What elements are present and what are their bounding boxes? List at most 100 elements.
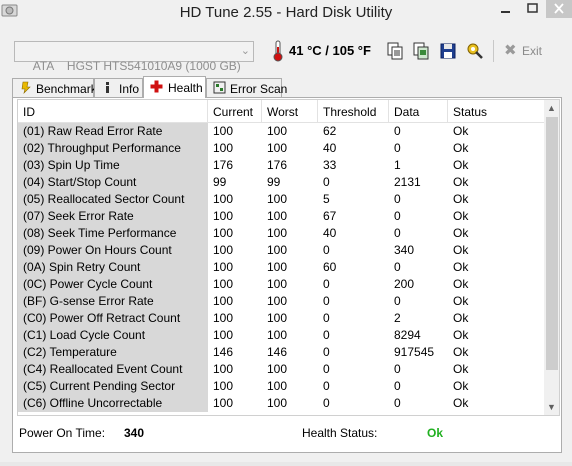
cell-status: Ok <box>453 396 469 410</box>
cell-current: 100 <box>213 311 234 325</box>
chevron-down-icon: ⌄ <box>240 45 250 57</box>
cell-id: (C5) Current Pending Sector <box>18 378 208 395</box>
cell-data: 0 <box>394 141 401 155</box>
cell-worst: 100 <box>267 328 288 342</box>
cell-id: (C1) Load Cycle Count <box>18 327 208 344</box>
table-row[interactable]: (02) Throughput Performance 100 100 40 0 Ok <box>18 140 544 157</box>
cell-worst: 100 <box>267 362 288 376</box>
cell-current: 100 <box>213 328 234 342</box>
cell-worst: 100 <box>267 192 288 206</box>
tab-health[interactable]: Health <box>143 76 206 98</box>
vertical-scrollbar[interactable]: ▲ ▼ <box>544 100 559 415</box>
cell-threshold: 0 <box>323 311 330 325</box>
cell-id: (C4) Reallocated Event Count <box>18 361 208 378</box>
close-button[interactable] <box>546 0 572 18</box>
cell-worst: 100 <box>267 141 288 155</box>
minimize-button[interactable] <box>492 0 519 18</box>
table-row[interactable]: (BF) G-sense Error Rate 100 100 0 0 Ok <box>18 293 544 310</box>
cell-data: 0 <box>394 124 401 138</box>
minimize-icon <box>501 11 510 13</box>
cell-current: 176 <box>213 158 234 172</box>
column-header-current[interactable]: Current <box>208 100 262 123</box>
column-header-worst[interactable]: Worst <box>262 100 318 123</box>
table-row[interactable]: (C0) Power Off Retract Count 100 100 0 2 Ok <box>18 310 544 327</box>
table-row[interactable]: (08) Seek Time Performance 100 100 40 0 Ok <box>18 225 544 242</box>
cell-id: (02) Throughput Performance <box>18 140 208 157</box>
tab-benchmark[interactable]: Benchmark <box>12 78 97 97</box>
cell-current: 100 <box>213 277 234 291</box>
table-row[interactable]: (07) Seek Error Rate 100 100 67 0 Ok <box>18 208 544 225</box>
column-header-id[interactable]: ID <box>18 100 208 123</box>
table-row[interactable]: (04) Start/Stop Count 99 99 0 2131 Ok <box>18 174 544 191</box>
smart-table: ID Current Worst Threshold Data Status (… <box>17 99 560 416</box>
cell-data: 200 <box>394 277 415 291</box>
benchmark-icon <box>21 81 31 94</box>
cell-threshold: 62 <box>323 124 337 138</box>
cell-status: Ok <box>453 158 469 172</box>
table-row[interactable]: (C6) Offline Uncorrectable 100 100 0 0 Ok <box>18 395 544 412</box>
maximize-button[interactable] <box>519 0 546 18</box>
column-header-threshold[interactable]: Threshold <box>318 100 389 123</box>
table-row[interactable]: (C2) Temperature 146 146 0 917545 Ok <box>18 344 544 361</box>
cell-data: 0 <box>394 209 401 223</box>
table-row[interactable]: (C5) Current Pending Sector 100 100 0 0 Ok <box>18 378 544 395</box>
cell-data: 0 <box>394 294 401 308</box>
save-icon[interactable] <box>439 42 457 60</box>
scrollbar-thumb[interactable] <box>546 117 558 370</box>
cell-data: 0 <box>394 226 401 240</box>
exit-button[interactable]: ✖ Exit <box>500 41 550 61</box>
cell-threshold: 0 <box>323 175 330 189</box>
cell-data: 0 <box>394 379 401 393</box>
cell-worst: 100 <box>267 226 288 240</box>
exit-label: Exit <box>522 44 543 58</box>
table-row[interactable]: (09) Power On Hours Count 100 100 0 340 Ok <box>18 242 544 259</box>
column-header-status[interactable]: Status <box>448 100 544 123</box>
health-status-label: Health Status: <box>302 426 378 440</box>
options-icon[interactable] <box>466 42 484 60</box>
thermometer-icon <box>273 40 283 62</box>
copy-text-icon[interactable] <box>386 42 404 60</box>
table-row[interactable]: (0C) Power Cycle Count 100 100 0 200 Ok <box>18 276 544 293</box>
table-row[interactable]: (01) Raw Read Error Rate 100 100 62 0 Ok <box>18 123 544 140</box>
cell-current: 100 <box>213 260 234 274</box>
copy-screenshot-icon[interactable] <box>412 42 430 60</box>
cell-worst: 100 <box>267 243 288 257</box>
cell-current: 100 <box>213 243 234 257</box>
cell-status: Ok <box>453 345 469 359</box>
column-header-data[interactable]: Data <box>389 100 448 123</box>
exit-icon: ✖ <box>504 42 517 59</box>
cell-status: Ok <box>453 192 469 206</box>
drive-select-value: ATA HGST HTS541010A9 (1000 GB) <box>32 59 241 73</box>
info-icon <box>106 82 109 93</box>
cell-status: Ok <box>453 260 469 274</box>
error-scan-icon <box>213 81 226 94</box>
cell-status: Ok <box>453 294 469 308</box>
tab-health-label: Health <box>168 81 203 95</box>
scroll-up-icon[interactable]: ▲ <box>544 100 559 116</box>
tab-benchmark-label: Benchmark <box>36 82 97 96</box>
cell-threshold: 0 <box>323 277 330 291</box>
drive-select[interactable]: ATA HGST HTS541010A9 (1000 GB) ⌄ <box>14 41 254 73</box>
cell-data: 0 <box>394 362 401 376</box>
table-row[interactable]: (C1) Load Cycle Count 100 100 0 8294 Ok <box>18 327 544 344</box>
tab-info[interactable]: Info <box>94 78 143 97</box>
cell-worst: 100 <box>267 294 288 308</box>
cell-data: 0 <box>394 396 401 410</box>
table-row[interactable]: (0A) Spin Retry Count 100 100 60 0 Ok <box>18 259 544 276</box>
table-row[interactable]: (03) Spin Up Time 176 176 33 1 Ok <box>18 157 544 174</box>
table-row[interactable]: (C4) Reallocated Event Count 100 100 0 0 Ok <box>18 361 544 378</box>
cell-worst: 100 <box>267 260 288 274</box>
table-row[interactable]: (05) Reallocated Sector Count 100 100 5 0 Ok <box>18 191 544 208</box>
power-on-time-label: Power On Time: <box>19 426 106 440</box>
cell-status: Ok <box>453 209 469 223</box>
cell-current: 100 <box>213 226 234 240</box>
cell-data: 2 <box>394 311 401 325</box>
tab-error-scan[interactable]: Error Scan <box>206 78 287 97</box>
cell-id: (0A) Spin Retry Count <box>18 259 208 276</box>
tab-error-scan-label: Error Scan <box>230 82 288 96</box>
cell-current: 99 <box>213 175 227 189</box>
cell-threshold: 0 <box>323 362 330 376</box>
scroll-down-icon[interactable]: ▼ <box>544 399 559 415</box>
cell-id: (07) Seek Error Rate <box>18 208 208 225</box>
temperature-readout: 41 °C / 105 °F <box>289 43 371 58</box>
